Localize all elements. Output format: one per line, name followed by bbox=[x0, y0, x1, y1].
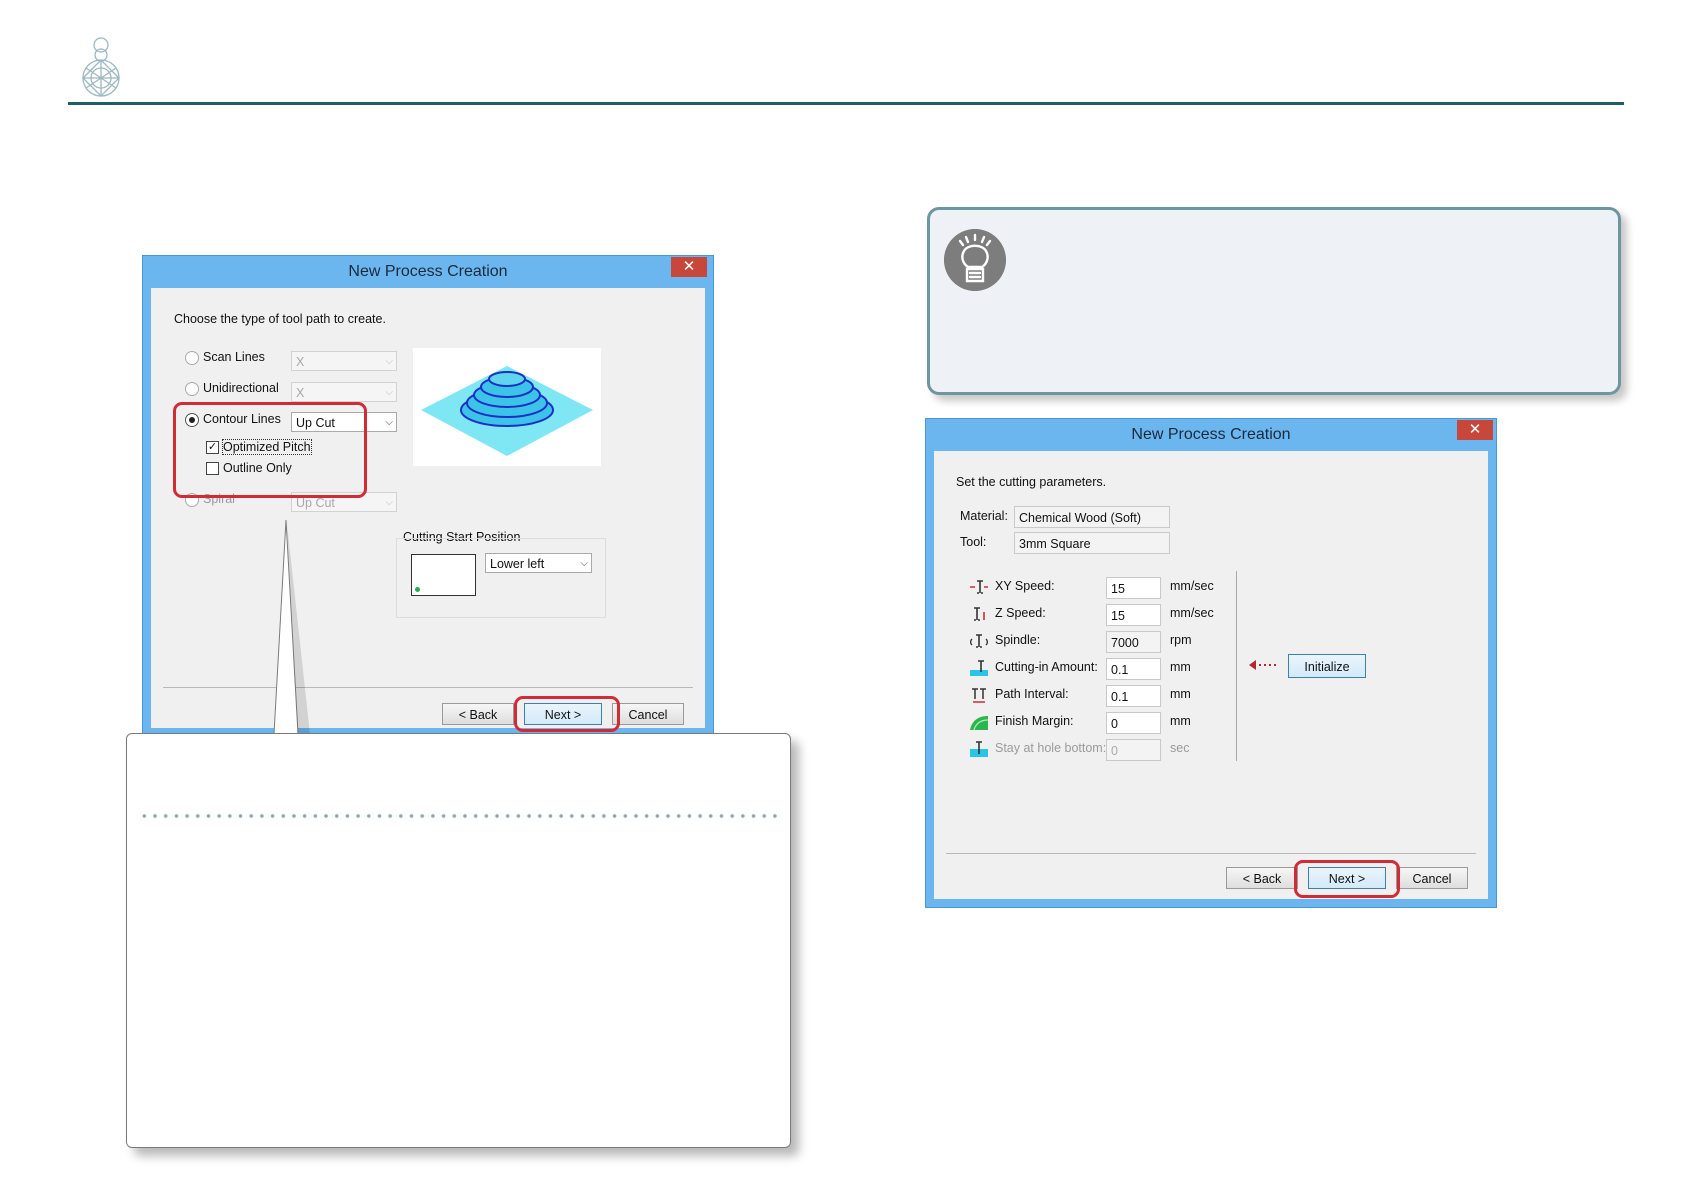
radio-label-unidirectional: Unidirectional bbox=[203, 381, 279, 395]
spindle-icon bbox=[970, 634, 988, 648]
xy-speed-label: XY Speed: bbox=[995, 579, 1055, 593]
stay-at-hole-bottom-icon bbox=[970, 741, 988, 757]
start-position-preview bbox=[411, 554, 476, 596]
unidirectional-direction-select[interactable]: X ⌵ bbox=[291, 382, 397, 402]
cutting-in-amount-unit: mm bbox=[1170, 660, 1191, 674]
dialog-client-area: Set the cutting parameters. Material: Ch… bbox=[934, 451, 1488, 899]
finish-margin-unit: mm bbox=[1170, 714, 1191, 728]
dialog-title: New Process Creation bbox=[348, 263, 508, 280]
stay-at-hole-bottom-label: Stay at hole bottom: bbox=[995, 741, 1107, 755]
path-interval-unit: mm bbox=[1170, 687, 1191, 701]
spindle-unit: rpm bbox=[1170, 633, 1192, 647]
chevron-down-icon: ⌵ bbox=[385, 417, 393, 428]
dialog-prompt: Choose the type of tool path to create. bbox=[174, 312, 386, 326]
highlight-next-button bbox=[514, 696, 620, 732]
select-value: Lower left bbox=[490, 557, 545, 571]
finish-margin-icon bbox=[970, 716, 989, 730]
material-field: Chemical Wood (Soft) bbox=[1014, 506, 1170, 528]
cutting-in-amount-icon bbox=[970, 660, 988, 676]
scan-lines-direction-select[interactable]: X ⌵ bbox=[291, 351, 397, 371]
path-interval-icon bbox=[972, 688, 986, 703]
lightbulb-icon bbox=[944, 229, 1006, 291]
dialog-separator bbox=[163, 687, 693, 688]
cancel-button[interactable]: Cancel bbox=[1396, 867, 1468, 889]
chevron-down-icon: ⌵ bbox=[385, 497, 393, 508]
chevron-down-icon: ⌵ bbox=[385, 387, 393, 398]
params-divider bbox=[1236, 571, 1237, 761]
cutting-in-amount-input[interactable]: 0.1 bbox=[1106, 658, 1161, 680]
radio-scan-lines[interactable] bbox=[185, 351, 199, 365]
xy-speed-input[interactable]: 15 bbox=[1106, 577, 1161, 599]
cutting-in-amount-label: Cutting-in Amount: bbox=[995, 660, 1098, 674]
close-icon[interactable]: ✕ bbox=[671, 257, 707, 277]
initialize-button[interactable]: Initialize bbox=[1288, 654, 1366, 678]
highlight-next-button bbox=[1294, 860, 1400, 898]
stay-at-hole-bottom-unit: sec bbox=[1170, 741, 1190, 755]
finish-margin-input[interactable]: 0 bbox=[1106, 712, 1161, 734]
dialog-separator bbox=[946, 853, 1476, 854]
spindle-input[interactable]: 7000 bbox=[1106, 631, 1161, 653]
z-speed-label: Z Speed: bbox=[995, 606, 1046, 620]
xy-speed-icon bbox=[970, 580, 988, 594]
chevron-down-icon: ⌵ bbox=[385, 356, 393, 367]
select-value: Up Cut bbox=[296, 496, 335, 510]
back-button[interactable]: < Back bbox=[442, 703, 514, 725]
dotted-divider bbox=[139, 814, 778, 818]
tip-box bbox=[927, 207, 1621, 395]
select-value: X bbox=[296, 386, 305, 400]
material-label: Material: bbox=[960, 509, 1008, 523]
radio-label-scan-lines: Scan Lines bbox=[203, 350, 265, 364]
dialog-prompt: Set the cutting parameters. bbox=[956, 475, 1107, 489]
dialog-title-bar[interactable]: New Process Creation ✕ bbox=[143, 256, 713, 288]
radio-unidirectional[interactable] bbox=[185, 382, 199, 396]
callout-box bbox=[126, 733, 791, 1148]
cancel-button[interactable]: Cancel bbox=[612, 703, 684, 725]
header-rule bbox=[68, 102, 1624, 105]
callout-pointer bbox=[273, 519, 310, 735]
tool-label: Tool: bbox=[960, 535, 987, 549]
tool-field: 3mm Square bbox=[1014, 532, 1170, 554]
spindle-label: Spindle: bbox=[995, 633, 1041, 647]
back-button[interactable]: < Back bbox=[1226, 867, 1298, 889]
close-icon[interactable]: ✕ bbox=[1457, 420, 1493, 440]
cutting-start-position-select[interactable]: Lower left ⌵ bbox=[485, 553, 592, 573]
z-speed-input[interactable]: 15 bbox=[1106, 604, 1161, 626]
select-value: X bbox=[296, 355, 305, 369]
gemstone-logo-icon bbox=[82, 37, 120, 97]
path-interval-label: Path Interval: bbox=[995, 687, 1069, 701]
contour-lines-preview-image bbox=[413, 348, 601, 466]
dialog-title-bar[interactable]: New Process Creation ✕ bbox=[926, 419, 1496, 451]
z-speed-unit: mm/sec bbox=[1170, 606, 1214, 620]
dialog-cutting-parameters: New Process Creation ✕ Set the cutting p… bbox=[926, 419, 1496, 907]
dialog-title: New Process Creation bbox=[1131, 426, 1291, 443]
highlight-contour-lines-options bbox=[173, 402, 367, 498]
arrow-left-icon bbox=[1249, 660, 1276, 670]
z-speed-icon bbox=[974, 607, 985, 621]
start-point-marker bbox=[415, 587, 420, 592]
finish-margin-label: Finish Margin: bbox=[995, 714, 1074, 728]
path-interval-input[interactable]: 0.1 bbox=[1106, 685, 1161, 707]
chevron-down-icon: ⌵ bbox=[580, 558, 588, 569]
stay-at-hole-bottom-input[interactable]: 0 bbox=[1106, 739, 1161, 761]
dialog-client-area: Choose the type of tool path to create. … bbox=[151, 288, 705, 728]
xy-speed-unit: mm/sec bbox=[1170, 579, 1214, 593]
